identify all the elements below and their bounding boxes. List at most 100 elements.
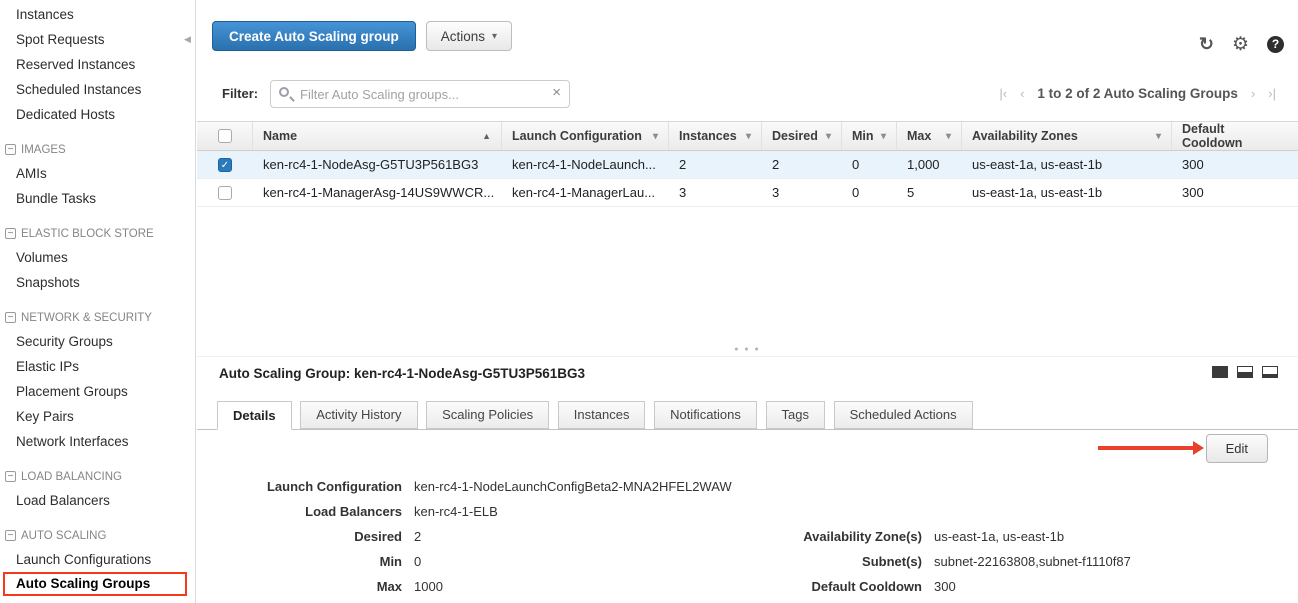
detail-field: Load Balancersken-rc4-1-ELB (197, 499, 732, 524)
sort-ascending-icon: ▲ (476, 131, 491, 141)
field-value: subnet-22163808,subnet-f1110f87 (934, 554, 1131, 569)
cell-instances: 2 (669, 157, 762, 172)
tab-details[interactable]: Details (217, 401, 292, 430)
sidebar-item-placement-groups[interactable]: Placement Groups (0, 379, 195, 404)
actions-label: Actions (441, 29, 485, 44)
sidebar-item-load-balancers[interactable]: Load Balancers (0, 488, 195, 513)
sidebar-item-scheduled-instances[interactable]: Scheduled Instances (0, 77, 195, 102)
create-auto-scaling-group-button[interactable]: Create Auto Scaling group (212, 21, 416, 51)
next-page-button[interactable]: › (1251, 86, 1255, 101)
sidebar-section-auto-scaling[interactable]: −AUTO SCALING (0, 525, 195, 547)
sidebar-item-elastic-ips[interactable]: Elastic IPs (0, 354, 195, 379)
sidebar-item-reserved-instances[interactable]: Reserved Instances (0, 52, 195, 77)
column-menu-icon: ▾ (940, 131, 951, 142)
detail-field: Default Cooldown 300 (717, 574, 1131, 599)
filter-search-box: × (270, 80, 570, 108)
sidebar-item-amis[interactable]: AMIs (0, 161, 195, 186)
column-header-default-cooldown[interactable]: Default Cooldown (1172, 122, 1298, 150)
sidebar-item-auto-scaling-groups[interactable]: Auto Scaling Groups (3, 572, 187, 596)
tab-scheduled-actions[interactable]: Scheduled Actions (834, 401, 973, 429)
pane-maximize-icon[interactable] (1212, 366, 1228, 378)
gear-icon[interactable]: ⚙ (1232, 33, 1249, 56)
column-menu-icon: ▾ (1150, 131, 1161, 142)
sidebar-item-dedicated-hosts[interactable]: Dedicated Hosts (0, 102, 195, 127)
pane-restore-icon[interactable] (1262, 366, 1278, 378)
detail-field: Subnet(s) subnet-22163808,subnet-f1110f87 (717, 549, 1131, 574)
field-value: us-east-1a, us-east-1b (934, 529, 1064, 544)
select-all-checkbox[interactable] (218, 129, 232, 143)
prev-page-button[interactable]: ‹ (1020, 86, 1024, 101)
pagination-summary: 1 to 2 of 2 Auto Scaling Groups (1037, 86, 1238, 101)
detail-field: Launch Configurationken-rc4-1-NodeLaunch… (197, 474, 732, 499)
sidebar-item-security-groups[interactable]: Security Groups (0, 329, 195, 354)
check-icon: ✓ (219, 159, 231, 172)
column-header-availability-zones[interactable]: Availability Zones ▾ (962, 122, 1172, 150)
sidebar-item-snapshots[interactable]: Snapshots (0, 270, 195, 295)
auto-scaling-groups-table: Name ▲ Launch Configuration ▾ Instances … (197, 121, 1298, 207)
sidebar-item-instances[interactable]: Instances (0, 2, 195, 27)
last-page-button[interactable]: ›| (1268, 86, 1276, 101)
cell-min: 0 (842, 185, 897, 200)
column-header-max[interactable]: Max ▾ (897, 122, 962, 150)
field-label: Availability Zone(s) (717, 524, 922, 549)
help-icon[interactable]: ? (1267, 36, 1284, 53)
column-label: Min (852, 129, 874, 143)
column-header-min[interactable]: Min ▾ (842, 122, 897, 150)
sidebar-item-key-pairs[interactable]: Key Pairs (0, 404, 195, 429)
tab-scaling-policies[interactable]: Scaling Policies (426, 401, 549, 429)
sidebar-section-label: IMAGES (21, 144, 66, 156)
edit-button[interactable]: Edit (1206, 434, 1268, 463)
first-page-button[interactable]: |‹ (999, 86, 1007, 101)
cell-default-cooldown: 300 (1172, 185, 1298, 200)
filter-input[interactable] (270, 80, 570, 108)
pane-split-icon[interactable] (1237, 366, 1253, 378)
panel-resize-handle[interactable]: ● ● ● (197, 344, 1298, 356)
column-header-instances[interactable]: Instances ▾ (669, 122, 762, 150)
column-menu-icon: ▾ (740, 131, 751, 142)
field-label: Desired (197, 524, 402, 549)
select-all-cell (197, 122, 253, 150)
field-label: Subnet(s) (717, 549, 922, 574)
sidebar-section-label: LOAD BALANCING (21, 471, 122, 483)
row-check-cell (197, 186, 253, 200)
sidebar-section-network-security[interactable]: −NETWORK & SECURITY (0, 307, 195, 329)
sidebar-item-spot-requests[interactable]: Spot Requests (0, 27, 195, 52)
tab-notifications[interactable]: Notifications (654, 401, 757, 429)
sidebar-section-load-balancing[interactable]: −LOAD BALANCING (0, 466, 195, 488)
column-label: Launch Configuration (512, 129, 642, 143)
table-row[interactable]: ken-rc4-1-ManagerAsg-14US9WWCR... ken-rc… (197, 179, 1298, 207)
refresh-icon[interactable]: ↻ (1199, 34, 1214, 55)
sidebar-collapse-button[interactable]: ◀ (184, 34, 191, 45)
filter-label: Filter: (222, 86, 258, 101)
clear-filter-icon[interactable]: × (552, 84, 561, 101)
cell-max: 5 (897, 185, 962, 200)
actions-button[interactable]: Actions ▾ (426, 21, 512, 51)
column-header-launch-configuration[interactable]: Launch Configuration ▾ (502, 122, 669, 150)
sidebar-section-images[interactable]: −IMAGES (0, 139, 195, 161)
sidebar-item-bundle-tasks[interactable]: Bundle Tasks (0, 186, 195, 211)
sidebar-item-network-interfaces[interactable]: Network Interfaces (0, 429, 195, 454)
field-value: 300 (934, 579, 956, 594)
sidebar-item-launch-configurations[interactable]: Launch Configurations (0, 547, 195, 572)
column-header-name[interactable]: Name ▲ (253, 122, 502, 150)
main-content: Create Auto Scaling group Actions ▾ ↻ ⚙ … (197, 0, 1298, 603)
detail-field: Placement Group (717, 599, 1131, 603)
sidebar-section-elastic-block-store[interactable]: −ELASTIC BLOCK STORE (0, 223, 195, 245)
field-label: Launch Configuration (197, 474, 402, 499)
detail-field: Health Check TypeEC2 (197, 599, 732, 603)
sidebar-item-volumes[interactable]: Volumes (0, 245, 195, 270)
row-checkbox[interactable]: ✓ (218, 158, 232, 172)
detail-field: Availability Zone(s) us-east-1a, us-east-… (717, 524, 1131, 549)
field-value: 1000 (414, 579, 443, 594)
sidebar-section-label: NETWORK & SECURITY (21, 312, 152, 324)
tab-tags[interactable]: Tags (766, 401, 825, 429)
column-header-desired[interactable]: Desired ▾ (762, 122, 842, 150)
table-row[interactable]: ✓ ken-rc4-1-NodeAsg-G5TU3P561BG3 ken-rc4… (197, 151, 1298, 179)
cell-launch-configuration: ken-rc4-1-ManagerLau... (502, 185, 669, 200)
tab-activity-history[interactable]: Activity History (300, 401, 417, 429)
row-checkbox[interactable] (218, 186, 232, 200)
field-label: Default Cooldown (717, 574, 922, 599)
detail-tabs: Details Activity History Scaling Policie… (197, 401, 1298, 430)
tab-instances[interactable]: Instances (558, 401, 646, 429)
cell-min: 0 (842, 157, 897, 172)
